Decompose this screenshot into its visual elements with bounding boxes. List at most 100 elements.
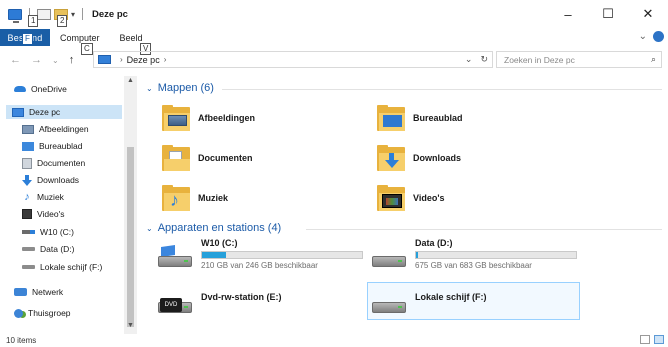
address-dropdown-chevron-icon[interactable]: ⌄ [465, 54, 473, 65]
drive-item-f[interactable]: Lokale schijf (F:) [372, 284, 487, 318]
nav-item-videos[interactable]: Video's [22, 207, 64, 221]
details-view-icon[interactable] [640, 335, 650, 344]
pictures-folder-icon [162, 105, 190, 131]
documents-folder-icon [162, 145, 190, 171]
properties-icon[interactable] [37, 8, 51, 20]
folder-item-videos[interactable]: Video's [377, 182, 445, 214]
drive-icon [22, 230, 35, 234]
window-title: Deze pc [92, 8, 128, 20]
back-arrow-icon[interactable]: ← [10, 54, 21, 66]
computer-icon [12, 107, 24, 117]
nav-item-desktop[interactable]: Bureaublad [22, 139, 82, 153]
drive-item-d[interactable]: Data (D:) 675 GB van 683 GB beschikbaar [372, 238, 577, 272]
desktop-folder-icon [377, 105, 405, 131]
address-path[interactable]: Deze pc [127, 55, 160, 65]
recent-locations-chevron-icon[interactable]: ⌄ [52, 56, 59, 65]
search-icon[interactable]: ⌕ [651, 54, 656, 65]
nav-scrollbar-thumb[interactable] [127, 147, 134, 327]
drive-usage-fill [202, 252, 226, 258]
search-input[interactable]: Zoeken in Deze pc ⌕ [496, 51, 662, 68]
nav-item-label: Downloads [37, 175, 80, 185]
chevron-down-icon[interactable]: ⌄ [146, 84, 153, 93]
drive-item-e[interactable]: DVD Dvd-rw-station (E:) [158, 284, 282, 318]
group-header-devices[interactable]: ⌄ Apparaten en stations (4) [146, 222, 281, 234]
scroll-down-icon[interactable]: ▼ [124, 322, 137, 329]
nav-item-label: Thuisgroep [28, 308, 71, 318]
group-header-folders[interactable]: ⌄ Mappen (6) [146, 82, 214, 94]
tab-computer[interactable]: Computer [50, 29, 110, 46]
title-bar: ▾ Deze pc 1 2 – ☐ ✕ [0, 0, 668, 28]
navigation-bar: ← → ⌄ ↑ › Deze pc › ⌄ ↻ Zoeken in Deze p… [0, 48, 668, 72]
nav-item-this-pc[interactable]: Deze pc [6, 105, 122, 119]
dvd-drive-icon: DVD [158, 290, 192, 318]
folder-item-documents[interactable]: Documenten [162, 142, 253, 174]
nav-item-drive-f[interactable]: Lokale schijf (F:) [22, 260, 102, 274]
nav-item-drive-c[interactable]: W10 (C:) [22, 225, 74, 239]
keytip-file: F [22, 33, 33, 45]
music-icon: ♪ [24, 191, 30, 203]
expand-ribbon-icon[interactable]: ⌄ [639, 31, 647, 42]
homegroup-icon [14, 308, 23, 318]
folder-item-downloads[interactable]: Downloads [377, 142, 461, 174]
nav-item-network[interactable]: Netwerk [14, 285, 63, 299]
nav-item-label: Afbeeldingen [39, 124, 89, 134]
chevron-right-icon[interactable]: › [120, 55, 123, 64]
nav-item-pictures[interactable]: Afbeeldingen [22, 122, 89, 136]
group-divider [306, 229, 662, 230]
documents-icon [22, 157, 32, 169]
dvd-badge: DVD [160, 298, 182, 312]
folder-item-desktop[interactable]: Bureaublad [377, 102, 463, 134]
network-icon [14, 288, 27, 296]
large-icons-view-icon[interactable] [654, 335, 664, 344]
drive-icon [22, 265, 35, 269]
nav-item-label: Muziek [37, 192, 64, 202]
nav-item-downloads[interactable]: Downloads [22, 173, 79, 187]
group-title: Mappen (6) [157, 82, 214, 94]
keytip-1: 1 [28, 15, 39, 27]
nav-item-documents[interactable]: Documenten [22, 156, 85, 170]
chevron-right-icon[interactable]: › [164, 55, 167, 64]
address-bar[interactable]: › Deze pc › ⌄ ↻ [93, 51, 493, 68]
nav-item-label: Netwerk [32, 287, 64, 297]
drive-item-c[interactable]: W10 (C:) 210 GB van 246 GB beschikbaar [158, 238, 363, 272]
maximize-button[interactable]: ☐ [588, 0, 628, 28]
quick-access-toolbar: ▾ Deze pc [8, 8, 128, 23]
videos-icon [22, 209, 32, 219]
drive-free-space: 210 GB van 246 GB beschikbaar [201, 261, 318, 270]
nav-item-drive-d[interactable]: Data (D:) [22, 242, 74, 256]
cloud-icon [14, 86, 26, 92]
windows-drive-icon [158, 244, 192, 272]
scroll-up-icon[interactable]: ▲ [124, 77, 137, 84]
drive-label: Data (D:) [415, 238, 453, 248]
minimize-button[interactable]: – [548, 0, 588, 28]
forward-arrow-icon[interactable]: → [31, 54, 42, 66]
customize-toolbar-icon[interactable]: ▾ [71, 10, 75, 19]
folder-label: Documenten [198, 153, 253, 163]
drive-usage-fill [416, 252, 418, 258]
folder-label: Bureaublad [413, 113, 463, 123]
help-icon[interactable] [653, 31, 664, 42]
folder-label: Downloads [413, 153, 462, 163]
folder-label: Video's [413, 193, 445, 203]
up-arrow-icon[interactable]: ↑ [69, 54, 75, 66]
ribbon-tabs: Bestand Computer Beeld ⌄ [0, 29, 668, 46]
folder-label: Muziek [198, 193, 229, 203]
separator [82, 8, 84, 20]
drive-icon [22, 247, 35, 251]
computer-icon [8, 8, 22, 23]
desktop-icon [22, 141, 34, 151]
pictures-icon [22, 124, 34, 134]
videos-folder-icon [377, 185, 405, 211]
nav-item-label: Lokale schijf (F:) [40, 262, 103, 272]
chevron-down-icon[interactable]: ⌄ [146, 224, 153, 233]
refresh-icon[interactable]: ↻ [480, 54, 488, 65]
hard-drive-icon [372, 290, 406, 318]
nav-item-homegroup[interactable]: Thuisgroep [14, 306, 71, 320]
group-title: Apparaten en stations (4) [157, 222, 282, 234]
folder-item-pictures[interactable]: Afbeeldingen [162, 102, 255, 134]
nav-item-onedrive[interactable]: OneDrive [14, 82, 67, 96]
nav-item-label: OneDrive [31, 84, 67, 94]
nav-item-music[interactable]: ♪ Muziek [22, 190, 64, 204]
close-button[interactable]: ✕ [628, 0, 668, 28]
folder-item-music[interactable]: ♪ Muziek [162, 182, 228, 214]
